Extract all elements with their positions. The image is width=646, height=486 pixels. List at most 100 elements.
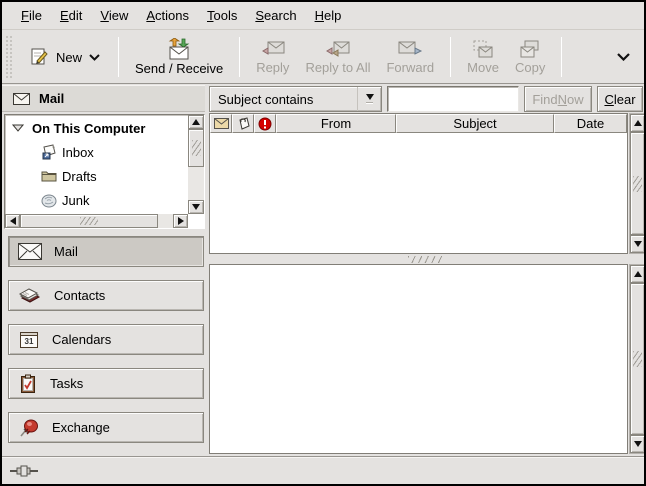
tasks-icon <box>18 374 38 394</box>
scrollbar-track[interactable] <box>158 214 173 228</box>
switcher-tasks-button[interactable]: Tasks <box>8 368 204 399</box>
new-button[interactable]: New <box>19 41 110 73</box>
column-priority[interactable] <box>254 114 276 133</box>
copy-button[interactable]: Copy <box>507 37 553 77</box>
calendar-day-number: 31 <box>25 337 34 346</box>
send-receive-button[interactable]: Send / Receive <box>127 36 231 78</box>
tree-item-drafts[interactable]: Drafts <box>6 164 188 188</box>
scroll-right-button[interactable] <box>173 214 188 228</box>
menu-edit[interactable]: Edit <box>51 4 91 27</box>
search-input[interactable] <box>387 86 519 112</box>
switcher-contacts-button[interactable]: Contacts <box>8 280 204 311</box>
thumb-grip <box>80 217 98 225</box>
tree-item-junk[interactable]: Junk <box>6 188 188 212</box>
move-button[interactable]: Move <box>459 37 507 77</box>
menu-tools[interactable]: Tools <box>198 4 246 27</box>
column-message-status[interactable] <box>210 114 232 133</box>
reply-label: Reply <box>256 60 289 75</box>
column-subject[interactable]: Subject <box>396 114 554 133</box>
pane-splitter[interactable] <box>207 255 644 264</box>
message-list-body <box>210 133 627 253</box>
scroll-up-button[interactable] <box>188 115 204 129</box>
reply-to-all-label: Reply to All <box>305 60 370 75</box>
find-now-button[interactable]: Find Now <box>524 86 592 112</box>
reply-button[interactable]: Reply <box>248 37 297 77</box>
toolbar-separator <box>450 37 451 77</box>
chevron-down-icon <box>89 54 100 61</box>
thumb-grip <box>192 140 201 156</box>
scroll-left-button[interactable] <box>5 214 20 228</box>
scrollbar-thumb[interactable] <box>188 129 204 167</box>
toolbar-separator <box>118 37 119 77</box>
search-criteria-dropdown[interactable]: Subject contains <box>209 86 382 112</box>
scrollbar-thumb[interactable] <box>20 214 158 228</box>
arrow-down-icon <box>192 204 200 210</box>
move-label: Move <box>467 60 499 75</box>
menu-search[interactable]: Search <box>246 4 305 27</box>
mail-header-envelope-icon <box>13 93 30 105</box>
column-date[interactable]: Date <box>554 114 627 133</box>
scroll-down-button[interactable] <box>630 235 645 253</box>
copy-label: Copy <box>515 60 545 75</box>
arrow-up-icon <box>192 119 200 125</box>
tree-expander-icon[interactable] <box>12 124 24 132</box>
switcher-label: Calendars <box>52 332 111 347</box>
toolbar-drag-handle[interactable] <box>5 35 12 80</box>
exchange-icon <box>18 417 40 439</box>
send-receive-icon <box>165 38 193 60</box>
send-receive-label: Send / Receive <box>135 61 223 76</box>
switcher-label: Tasks <box>50 376 83 391</box>
reply-to-all-icon <box>325 39 351 59</box>
forward-button[interactable]: Forward <box>378 37 442 77</box>
scrollbar-thumb[interactable] <box>630 132 645 235</box>
scroll-down-button[interactable] <box>630 435 645 453</box>
menu-file[interactable]: File <box>12 4 51 27</box>
switcher-label: Contacts <box>54 288 105 303</box>
tree-item-on-this-computer[interactable]: On This Computer <box>6 116 188 140</box>
new-message-icon <box>29 47 49 67</box>
combo-line <box>366 102 373 104</box>
message-status-icon <box>214 118 229 129</box>
scroll-up-button[interactable] <box>630 265 645 283</box>
arrow-down-icon <box>634 441 642 447</box>
tree-horizontal-scrollbar[interactable] <box>5 214 188 228</box>
online-status-plug-icon[interactable] <box>10 464 42 478</box>
column-attachment[interactable] <box>232 114 254 133</box>
switcher-label: Mail <box>54 244 78 259</box>
sidebar-header-label: Mail <box>39 91 64 106</box>
preview-scrollbar[interactable] <box>629 264 646 454</box>
menubar: File Edit View Actions Tools Search Help <box>2 2 644 30</box>
scroll-down-button[interactable] <box>188 200 204 214</box>
search-criteria-value: Subject contains <box>210 92 357 107</box>
switcher-label: Exchange <box>52 420 110 435</box>
toolbar: New Send / Receive Reply Reply to All <box>2 31 644 84</box>
scrollbar-thumb[interactable] <box>630 283 645 435</box>
column-from[interactable]: From <box>276 114 396 133</box>
switcher-calendars-button[interactable]: 31 Calendars <box>8 324 204 355</box>
menu-actions[interactable]: Actions <box>137 4 198 27</box>
scrollbar-track[interactable] <box>188 167 204 200</box>
switcher-mail-button[interactable]: Mail <box>8 236 204 267</box>
reply-icon <box>260 39 286 59</box>
message-list-pane: From Subject Date <box>209 113 628 254</box>
tree-item-inbox[interactable]: Inbox <box>6 140 188 164</box>
switcher-exchange-button[interactable]: Exchange <box>8 412 204 443</box>
copy-message-icon <box>518 39 542 59</box>
menu-view[interactable]: View <box>91 4 137 27</box>
tree-vertical-scrollbar[interactable] <box>188 115 204 214</box>
priority-icon <box>258 117 272 131</box>
message-list-scrollbar[interactable] <box>629 113 646 254</box>
contacts-icon <box>18 286 42 306</box>
move-message-icon <box>471 39 495 59</box>
arrow-right-icon <box>178 217 184 225</box>
new-button-label: New <box>56 50 82 65</box>
reply-to-all-button[interactable]: Reply to All <box>297 37 378 77</box>
inbox-icon <box>40 144 58 160</box>
column-label: Subject <box>453 116 496 131</box>
arrow-up-icon <box>634 120 642 126</box>
menu-help[interactable]: Help <box>306 4 351 27</box>
scroll-up-button[interactable] <box>630 114 645 132</box>
clear-button[interactable]: Clear <box>597 86 643 112</box>
tree-root-label: On This Computer <box>32 121 145 136</box>
toolbar-overflow-chevron-icon[interactable] <box>617 53 630 61</box>
